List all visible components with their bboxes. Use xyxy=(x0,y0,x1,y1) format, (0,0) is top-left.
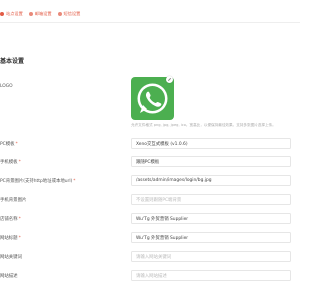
mobile-template-select[interactable]: 跟随PC模板 xyxy=(131,156,291,167)
logo-hint: 允许文件格式 png, jpg, jpeg, ico。宽高比，以便保持最佳效果。… xyxy=(131,123,276,127)
mobile-background-input[interactable]: 不设置则跟随PC端背景 xyxy=(131,194,291,205)
settings-icon xyxy=(0,12,4,16)
tab-label: 邮箱设置 xyxy=(34,11,52,16)
logo-label: LOGO xyxy=(0,84,13,89)
tab-site-settings[interactable]: 站点设置 xyxy=(0,11,23,17)
tab-sms-settings[interactable]: 短信设置 xyxy=(57,11,81,17)
store-name-label: 店铺名称* xyxy=(0,217,21,222)
mail-icon xyxy=(28,12,33,16)
site-title-input[interactable]: Wu'Tg 外贸营销 Supplier xyxy=(131,232,291,243)
settings-tabs: 站点设置 邮箱设置 短信设置 xyxy=(0,9,86,19)
pc-background-label: PC背景图片(支持http地址或本地url)* xyxy=(0,179,76,184)
pc-template-label: PC模板* xyxy=(0,142,18,147)
logo-image[interactable] xyxy=(131,77,174,120)
keywords-input[interactable]: 请输入网站关键词 xyxy=(131,251,291,262)
mobile-template-label: 手机模板* xyxy=(0,160,21,165)
tab-email-settings[interactable]: 邮箱设置 xyxy=(28,11,52,17)
tab-label: 站点设置 xyxy=(6,11,23,16)
tabs-divider xyxy=(0,22,300,23)
description-input[interactable]: 请输入网站描述 xyxy=(131,270,291,281)
edit-logo-button[interactable] xyxy=(166,76,173,83)
store-name-input[interactable]: Wu'Tg 外贸营销 Supplier xyxy=(131,213,291,224)
site-title-label: 网站标题* xyxy=(0,236,21,241)
whatsapp-icon xyxy=(137,83,168,114)
description-label: 网站描述 xyxy=(0,274,18,279)
pencil-icon xyxy=(168,77,172,81)
pc-background-input[interactable]: /assets/admin/images/login/bg.jpg xyxy=(131,175,291,186)
keywords-label: 网站关键词 xyxy=(0,255,22,260)
tab-label: 短信设置 xyxy=(63,11,81,16)
pc-template-select[interactable]: Xeno交互式模板 (v1.0.6) xyxy=(131,138,291,149)
mobile-background-label: 手机背景图片 xyxy=(0,198,27,203)
section-title: 基本设置 xyxy=(0,58,25,65)
message-icon xyxy=(57,12,62,16)
